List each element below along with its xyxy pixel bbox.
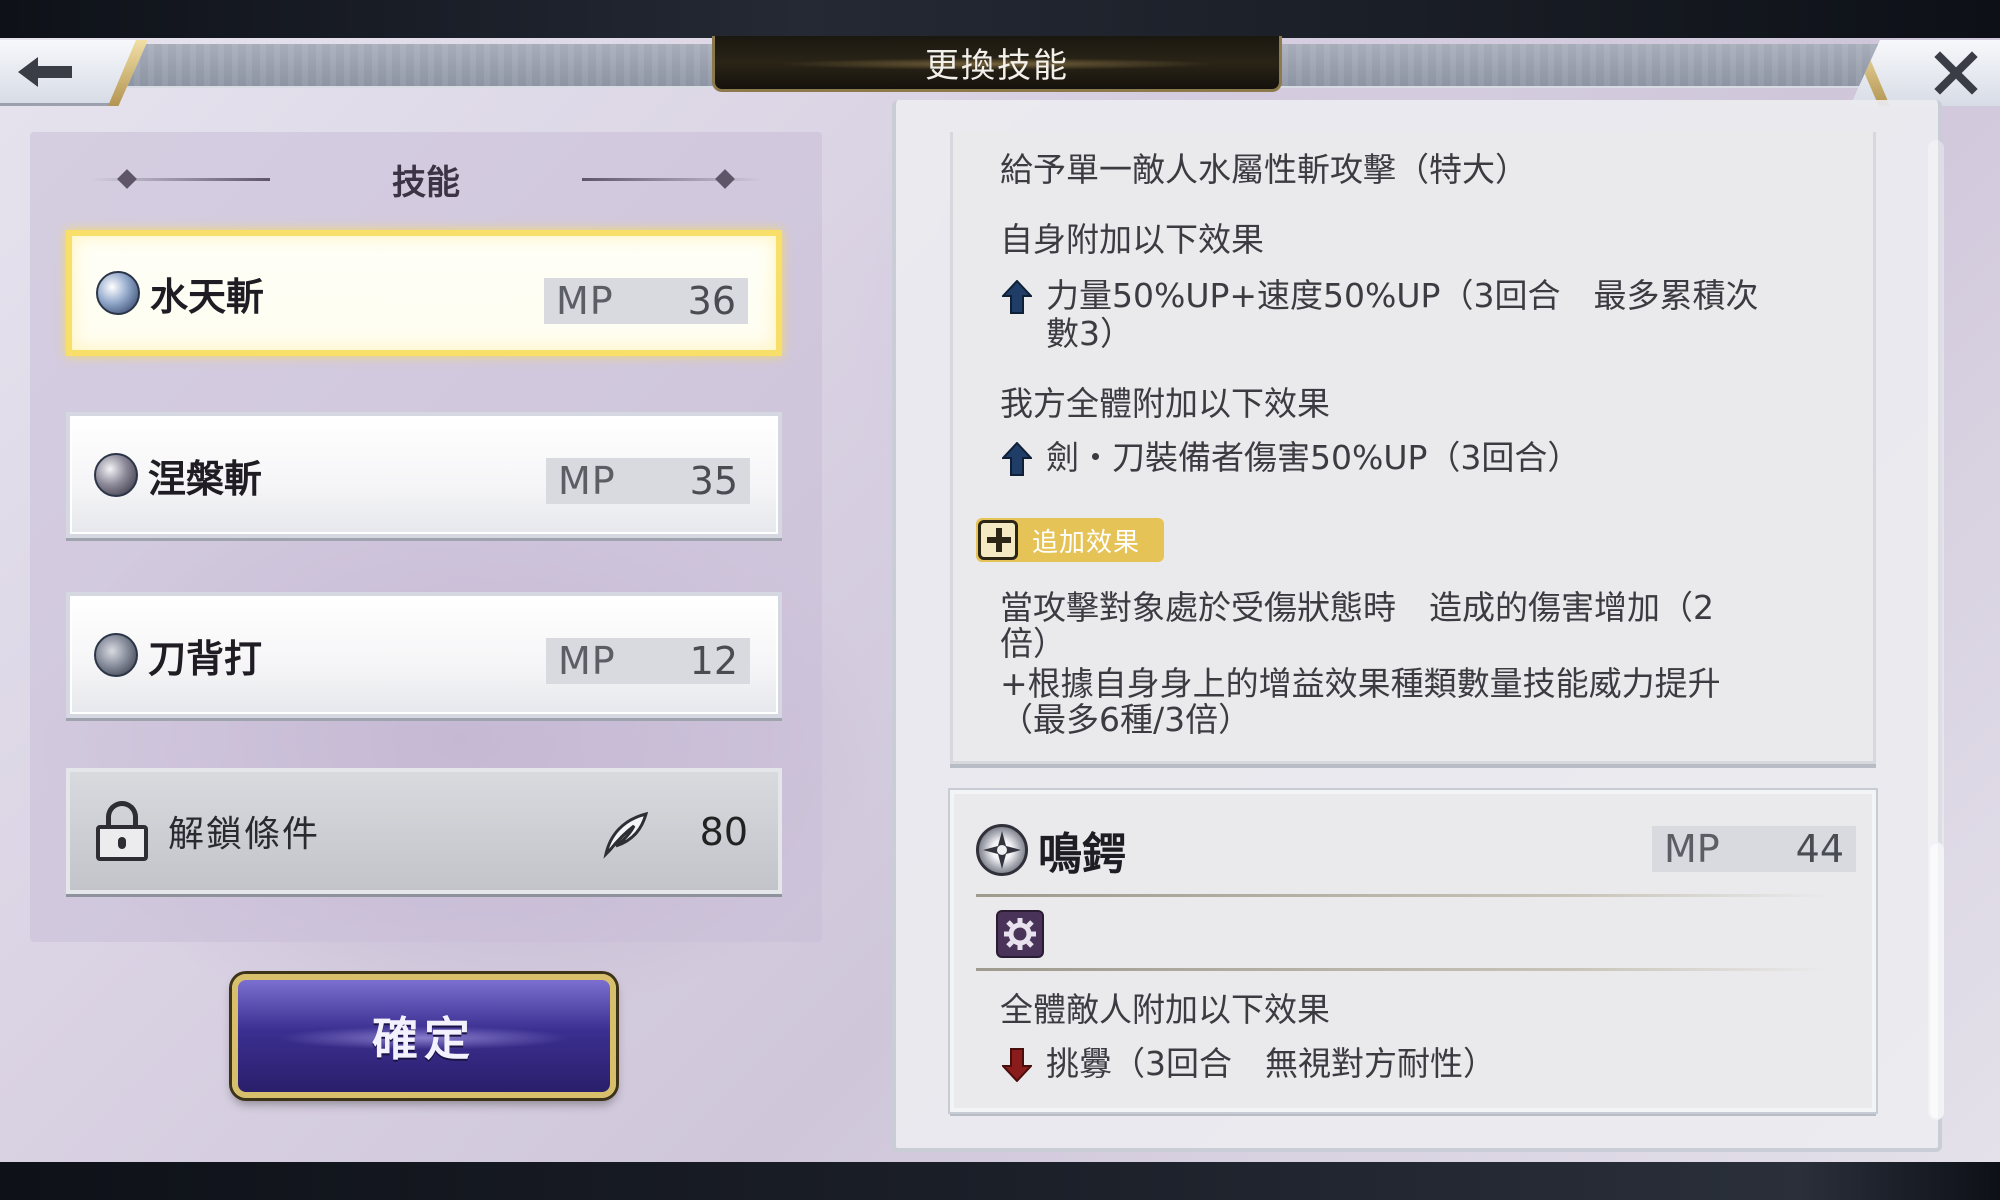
scrollbar-thumb[interactable] bbox=[1928, 842, 1944, 1120]
description-line: 我方全體附加以下效果 bbox=[1000, 384, 1330, 423]
gear-icon bbox=[996, 910, 1044, 958]
description-line: 給予單一敵人水屬性斬攻擊（特大） bbox=[1000, 150, 1528, 189]
skill-list-panel: 技能 水天斬 MP 36 涅槃斬 MP 35 刀背打 MP 12 解鎖條件 80 bbox=[30, 132, 822, 942]
description-line: （最多6種/3倍） bbox=[1000, 700, 1252, 739]
heading-ornament-left bbox=[90, 178, 270, 181]
description-line: +根據自身身上的增益效果種類數量技能威力提升 bbox=[1000, 664, 1721, 703]
mp-cost: MP 12 bbox=[546, 638, 750, 684]
buff-up-arrow-icon bbox=[1002, 280, 1032, 314]
mp-value: 35 bbox=[689, 459, 738, 503]
mp-value: 12 bbox=[689, 639, 738, 683]
skill-list-heading: 技能 bbox=[30, 154, 822, 204]
mp-label: MP bbox=[558, 639, 616, 683]
locked-skill-slot[interactable]: 解鎖條件 80 bbox=[66, 768, 782, 894]
mp-cost: MP 36 bbox=[544, 278, 748, 324]
skill-name: 鳴鍔 bbox=[1038, 829, 1126, 880]
bottom-frame-strip bbox=[0, 1162, 2000, 1200]
divider bbox=[976, 968, 1830, 971]
shuriken-skill-icon bbox=[976, 824, 1028, 876]
skill-heading-label: 技能 bbox=[392, 162, 460, 203]
description-line: 倍） bbox=[1000, 624, 1066, 663]
heading-ornament-right bbox=[582, 178, 762, 181]
mp-label: MP bbox=[556, 279, 614, 323]
water-slash-icon bbox=[96, 271, 140, 315]
feather-icon bbox=[603, 811, 649, 859]
buff-up-arrow-icon bbox=[1002, 442, 1032, 476]
mp-label: MP bbox=[1664, 827, 1720, 871]
unlock-condition-label: 解鎖條件 bbox=[168, 814, 321, 855]
skill-name: 水天斬 bbox=[150, 273, 265, 319]
skill-name: 涅槃斬 bbox=[148, 455, 263, 501]
page-title: 更換技能 bbox=[925, 46, 1069, 86]
add-effect-badge: 追加效果 bbox=[976, 518, 1164, 562]
page-title-plate: 更換技能 bbox=[712, 36, 1282, 92]
description-line: 劍・刀裝備者傷害50%UP（3回合） bbox=[1046, 438, 1581, 477]
mp-cost: MP 35 bbox=[546, 458, 750, 504]
mp-label: MP bbox=[558, 459, 616, 503]
description-line: 數3） bbox=[1046, 314, 1133, 353]
lock-icon bbox=[96, 801, 148, 861]
blade-back-icon bbox=[94, 633, 138, 677]
description-line: 力量50%UP+速度50%UP（3回合 最多累積次 bbox=[1046, 276, 1759, 315]
nirvana-slash-icon bbox=[94, 453, 138, 497]
plus-icon bbox=[978, 520, 1018, 560]
back-arrow-icon bbox=[18, 56, 72, 87]
top-frame-strip bbox=[0, 0, 2000, 38]
debuff-down-arrow-icon bbox=[1002, 1048, 1032, 1082]
skill-item-water-slash[interactable]: 水天斬 MP 36 bbox=[66, 230, 782, 356]
skill-name: 刀背打 bbox=[148, 635, 263, 681]
skill-item-nirvana-slash[interactable]: 涅槃斬 MP 35 bbox=[66, 412, 782, 538]
divider bbox=[976, 894, 1830, 897]
confirm-button[interactable]: 確定 bbox=[232, 974, 616, 1098]
mp-value: 44 bbox=[1795, 827, 1844, 871]
confirm-button-label: 確定 bbox=[372, 1012, 476, 1066]
description-line: 全體敵人附加以下效果 bbox=[1000, 990, 1330, 1029]
mp-cost: MP 44 bbox=[1652, 826, 1856, 872]
skill-item-blade-back[interactable]: 刀背打 MP 12 bbox=[66, 592, 782, 718]
unlock-requirement-value: 80 bbox=[699, 810, 748, 854]
description-line: 挑釁（3回合 無視對方耐性） bbox=[1046, 1044, 1496, 1083]
star-burst-icon bbox=[983, 831, 1021, 869]
mp-value: 36 bbox=[687, 279, 736, 323]
description-line: 當攻擊對象處於受傷狀態時 造成的傷害增加（2 bbox=[1000, 588, 1714, 627]
close-icon bbox=[1934, 51, 1978, 95]
add-effect-label: 追加效果 bbox=[1032, 527, 1141, 558]
description-line: 自身附加以下效果 bbox=[1000, 220, 1264, 259]
